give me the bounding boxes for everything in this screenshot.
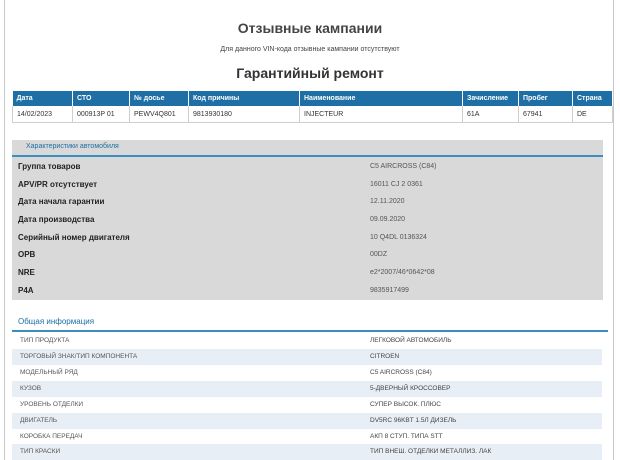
cell-reason-code: 9813930180 — [188, 106, 300, 123]
recalls-title: Отзывные кампании — [237, 20, 383, 36]
characteristic-label: Группа товаров — [18, 162, 81, 171]
characteristic-value: C5 AIRCROSS (C84) — [370, 163, 437, 170]
vehicle-characteristics-panel: Характеристики автомобиля Группа товаров… — [12, 140, 603, 300]
characteristic-row: OPB 00DZ — [12, 247, 603, 264]
info-label: Тип продукта — [20, 337, 70, 344]
info-value: АКП 8 ступ. типа STT — [370, 433, 443, 440]
warranty-header-row: Дата СТО № досье Код причины Наименовани… — [12, 91, 613, 106]
characteristic-row: Дата производства 09.09.2020 — [12, 212, 603, 229]
info-value: Citroen — [370, 353, 400, 360]
characteristic-value: 00DZ — [370, 251, 388, 258]
list-item: Коробка передач АКП 8 ступ. типа STT — [12, 429, 602, 445]
characteristic-label: P4A — [18, 286, 34, 295]
info-label: Модельный ряд — [20, 369, 78, 376]
characteristic-label: NRE — [18, 268, 35, 277]
characteristic-row: Дата начала гарантии 12.11.2020 — [12, 194, 603, 211]
list-item: Модельный ряд C5 AIRCROSS (C84) — [12, 365, 602, 381]
info-label: Торговый знак/тип компонента — [20, 353, 138, 360]
warranty-table: Дата СТО № досье Код причины Наименовани… — [12, 91, 613, 123]
list-item: Тип продукта Легковой автомобиль — [12, 333, 602, 349]
cell-mileage: 67941 — [518, 106, 573, 123]
table-row[interactable]: 14/02/2023 000913P 01 PEWV4Q801 98139301… — [12, 106, 613, 123]
characteristic-value: 09.09.2020 — [370, 216, 406, 223]
column-header-credit[interactable]: Зачисление — [462, 91, 519, 106]
characteristic-label: Дата производства — [18, 215, 95, 224]
column-header-file-number[interactable]: № досье — [129, 91, 189, 106]
characteristic-row: Серийный номер двигателя 10 Q4DL 0136324 — [12, 230, 603, 247]
list-item: Кузов 5-дверный кроссовер — [12, 381, 602, 397]
characteristic-label: APV/PR отсутствует — [18, 180, 98, 189]
info-label: Тип краски — [20, 448, 61, 455]
cell-file-number: PEWV4Q801 — [129, 106, 189, 123]
info-value: Тип внеш. отделки металлиз. лак — [370, 448, 492, 455]
list-item: Уровень отделки Супер высок. плюс — [12, 397, 602, 413]
characteristic-label: Серийный номер двигателя — [18, 233, 130, 242]
info-value: C5 AIRCROSS (C84) — [370, 369, 432, 376]
column-header-mileage[interactable]: Пробег — [518, 91, 573, 106]
recalls-message: Для данного VIN-кода отзывные кампании о… — [220, 46, 400, 53]
cell-country: DE — [572, 106, 613, 123]
panel-title: Характеристики автомобиля — [26, 143, 119, 150]
characteristic-row: NRE e2*2007/46*0642*08 — [12, 265, 603, 282]
characteristic-value: e2*2007/46*0642*08 — [370, 269, 435, 276]
column-header-reason-code[interactable]: Код причины — [188, 91, 300, 106]
general-info-header: Общая информация — [12, 314, 608, 332]
panel-header: Характеристики автомобиля — [12, 140, 603, 157]
info-value: Легковой автомобиль — [370, 337, 452, 344]
warranty-title: Гарантийный ремонт — [236, 65, 384, 81]
list-item: Двигатель DV5RC 96KBT 1.5л дизель — [12, 413, 602, 429]
info-value: Супер высок. плюс — [370, 401, 441, 408]
info-label: Двигатель — [20, 417, 58, 424]
list-item: Торговый знак/тип компонента Citroen — [12, 349, 602, 365]
characteristic-value: 12.11.2020 — [370, 198, 405, 205]
general-info-title: Общая информация — [18, 317, 95, 326]
cell-date: 14/02/2023 — [12, 106, 73, 123]
column-header-service[interactable]: СТО — [72, 91, 130, 106]
characteristic-row: Группа товаров C5 AIRCROSS (C84) — [12, 159, 603, 176]
characteristic-label: Дата начала гарантии — [18, 197, 105, 206]
column-header-country[interactable]: Страна — [572, 91, 613, 106]
cell-credit: 61A — [462, 106, 519, 123]
cell-name: INJECTEUR — [299, 106, 463, 123]
characteristic-row: APV/PR отсутствует 16011 CJ 2 0361 — [12, 177, 603, 194]
characteristic-row: P4A 9835917499 — [12, 283, 603, 300]
cell-service: 000913P 01 — [72, 106, 130, 123]
info-label: Уровень отделки — [20, 401, 84, 408]
characteristic-value: 16011 CJ 2 0361 — [370, 181, 423, 188]
list-item: Тип краски Тип внеш. отделки металлиз. л… — [12, 444, 602, 460]
characteristic-value: 10 Q4DL 0136324 — [370, 234, 427, 241]
column-header-date[interactable]: Дата — [12, 91, 73, 106]
info-label: Кузов — [20, 385, 42, 392]
info-value: 5-дверный кроссовер — [370, 385, 451, 392]
info-label: Коробка передач — [20, 433, 83, 440]
info-value: DV5RC 96KBT 1.5л дизель — [370, 417, 457, 424]
characteristic-label: OPB — [18, 250, 36, 259]
characteristic-value: 9835917499 — [370, 287, 409, 294]
column-header-name[interactable]: Наименование — [299, 91, 463, 106]
